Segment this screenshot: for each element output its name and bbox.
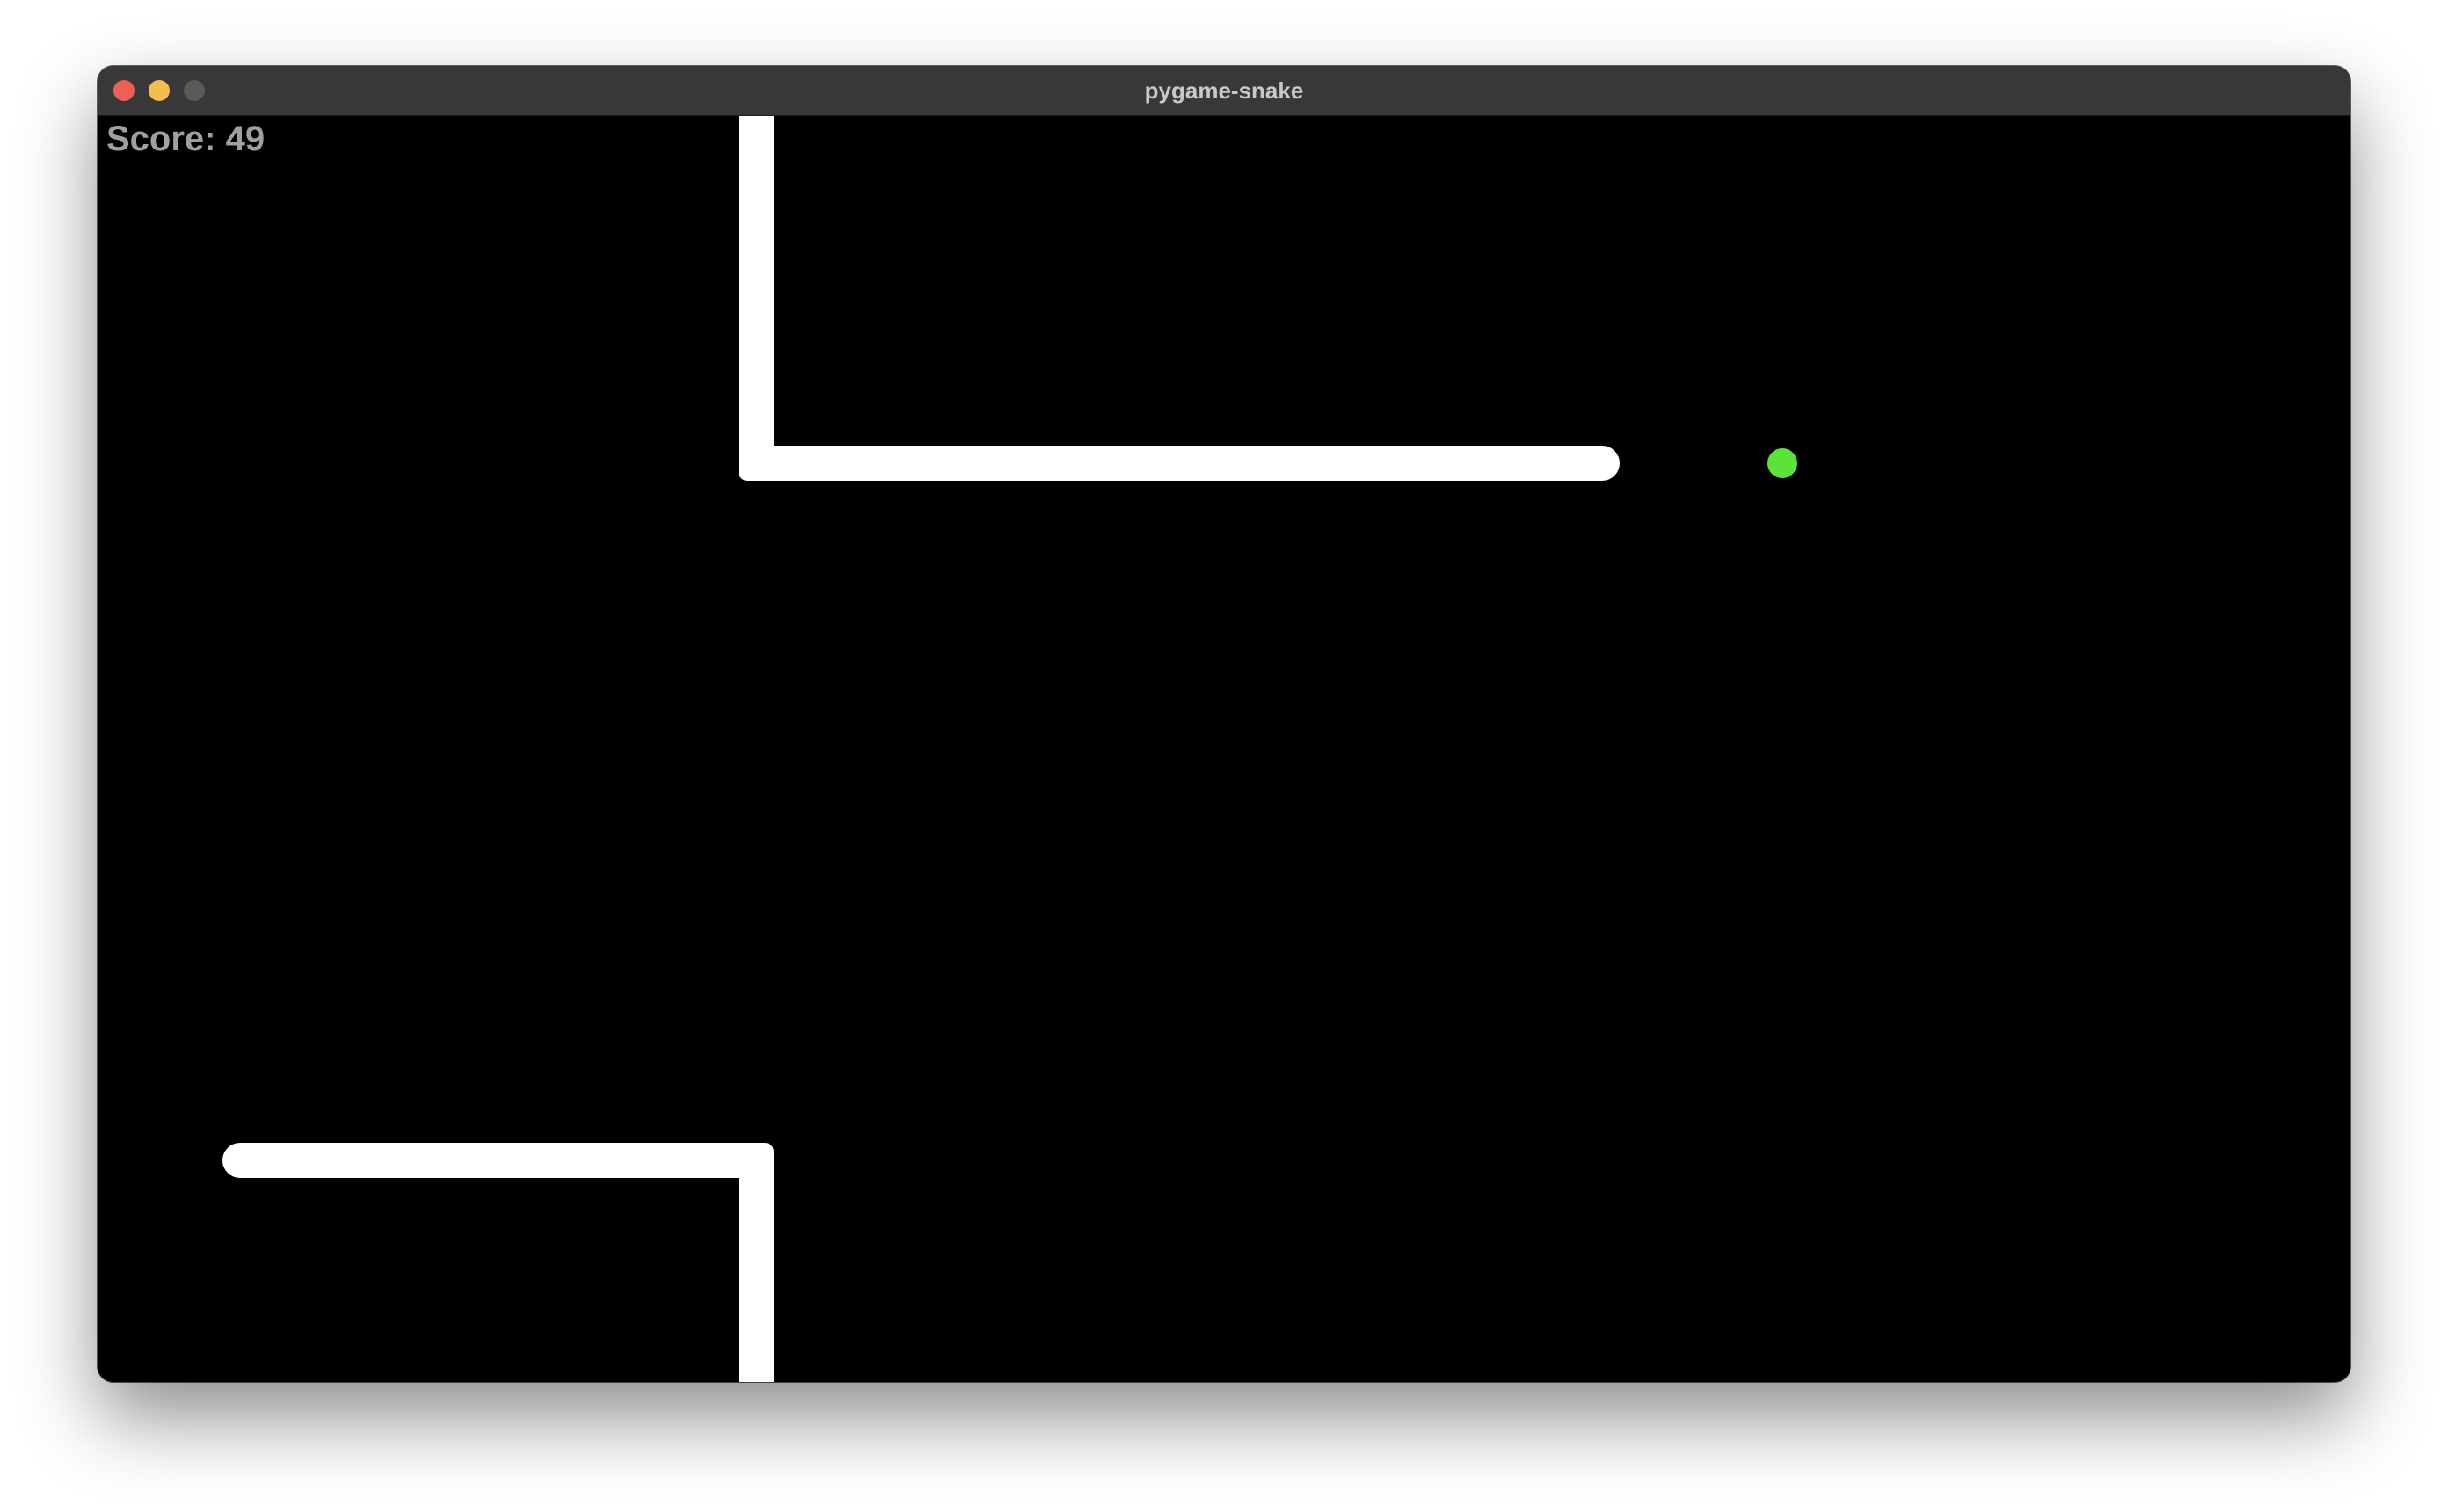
snake-segment-lower-horizontal xyxy=(222,1143,774,1178)
title-bar[interactable]: pygame-snake xyxy=(98,66,2350,116)
food-pellet xyxy=(1767,448,1797,478)
window-title: pygame-snake xyxy=(1144,77,1304,104)
snake-segment-upper-vertical xyxy=(739,116,774,469)
snake-segment-lower-vertical xyxy=(739,1153,774,1382)
snake-segment-upper-horizontal xyxy=(739,446,1620,481)
score-label: Score: 49 xyxy=(106,120,266,158)
app-window: pygame-snake Score: 49 xyxy=(98,66,2350,1382)
game-canvas[interactable]: Score: 49 xyxy=(98,116,2350,1382)
